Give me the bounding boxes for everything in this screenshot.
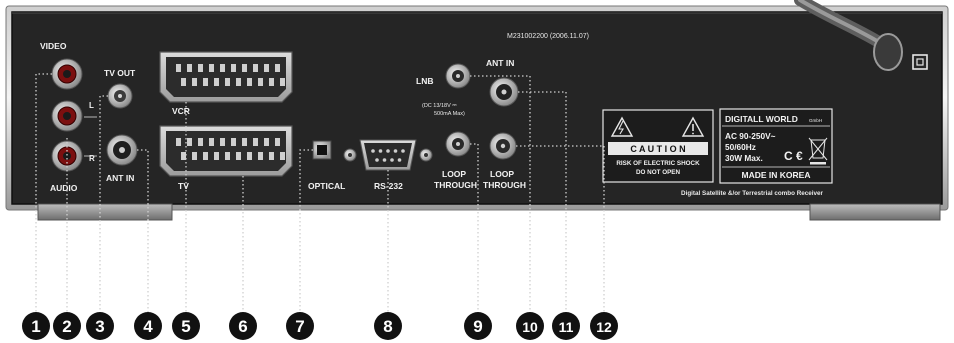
- callout-8: 8: [374, 312, 402, 340]
- svg-text:7: 7: [295, 317, 304, 336]
- callout-5: 5: [172, 312, 200, 340]
- rating-line-3: 30W Max.: [725, 153, 763, 163]
- label-audio-r: R: [89, 154, 95, 163]
- ant-in-terrestrial: ANT IN: [106, 134, 138, 183]
- caution-title: C A U T I O N: [630, 144, 685, 154]
- lnb-spec-line-1: (DC 13/18V ⎓: [422, 103, 457, 109]
- tv-out-connector[interactable]: [107, 83, 133, 109]
- label-video: VIDEO: [40, 41, 67, 51]
- callout-9: 9: [464, 312, 492, 340]
- svg-text:11: 11: [559, 319, 574, 335]
- label-optical: OPTICAL: [308, 181, 345, 191]
- svg-text:12: 12: [596, 319, 612, 335]
- loop-through-1-connector[interactable]: [445, 131, 471, 157]
- caution-line-1: RISK OF ELECTRIC SHOCK: [616, 160, 700, 167]
- video-out-jack[interactable]: [51, 58, 83, 90]
- optical-port[interactable]: [312, 140, 332, 160]
- loop-through-2-connector[interactable]: [489, 132, 517, 160]
- model-code: M231002200 (2006.11.07): [507, 33, 589, 40]
- svg-text:2: 2: [62, 317, 71, 336]
- svg-text:8: 8: [383, 317, 392, 336]
- lnb-input-connector[interactable]: [445, 63, 471, 89]
- callout-badges: 1 2 3 4 5 6 7 8 9 10 11 12: [22, 312, 618, 340]
- label-audio: AUDIO: [50, 183, 78, 193]
- ce-mark-icon: C €: [784, 149, 803, 163]
- callout-4: 4: [134, 312, 162, 340]
- brand-suffix: GmbH: [809, 118, 822, 123]
- product-line: Digital Satellite &/or Terrestrial combo…: [681, 190, 824, 197]
- callout-6: 6: [229, 312, 257, 340]
- label-lnb: LNB: [416, 76, 433, 86]
- callout-7: 7: [286, 312, 314, 340]
- rating-label: DIGITALL WORLD GmbH AC 90-250V~ 50/60Hz …: [719, 108, 833, 184]
- label-loop-2a: LOOP: [490, 169, 514, 179]
- audio-left-jack[interactable]: [51, 100, 83, 132]
- brand-logo: DIGITALL WORLD: [725, 114, 798, 124]
- label-ant-in-left: ANT IN: [106, 173, 134, 183]
- lnb-spec-line-2: 500mA Max): [434, 111, 465, 117]
- callout-10: 10: [516, 312, 544, 340]
- svg-text:1: 1: [31, 317, 40, 336]
- made-in: MADE IN KOREA: [742, 170, 811, 180]
- label-audio-l: L: [89, 101, 94, 110]
- callout-1: 1: [22, 312, 50, 340]
- label-tv: TV: [178, 181, 189, 191]
- svg-text:9: 9: [473, 317, 482, 336]
- svg-text:5: 5: [181, 317, 190, 336]
- receiver-rear-panel-diagram: M231002200 (2006.11.07) VIDEO L R AUDIO …: [5, 0, 949, 340]
- callout-12: 12: [590, 312, 618, 340]
- label-loop-2b: THROUGH: [483, 180, 526, 190]
- callout-3: 3: [86, 312, 114, 340]
- svg-text:3: 3: [95, 317, 104, 336]
- label-loop-1a: LOOP: [442, 169, 466, 179]
- label-tv-out: TV OUT: [104, 68, 136, 78]
- rating-line-2: 50/60Hz: [725, 142, 756, 152]
- ant-in-terrestrial-connector[interactable]: [106, 134, 138, 166]
- svg-text:10: 10: [522, 319, 538, 335]
- label-ant-in-right: ANT IN: [486, 58, 514, 68]
- callout-2: 2: [53, 312, 81, 340]
- label-vcr: VCR: [172, 106, 190, 116]
- svg-text:4: 4: [143, 317, 153, 336]
- ant-in-digital-connector[interactable]: [489, 77, 519, 107]
- callout-11: 11: [552, 312, 580, 340]
- caution-line-2: DO NOT OPEN: [636, 169, 681, 176]
- label-loop-1b: THROUGH: [434, 180, 477, 190]
- caution-label: C A U T I O N RISK OF ELECTRIC SHOCK DO …: [602, 109, 714, 183]
- rating-line-1: AC 90-250V~: [725, 131, 776, 141]
- svg-text:6: 6: [238, 317, 247, 336]
